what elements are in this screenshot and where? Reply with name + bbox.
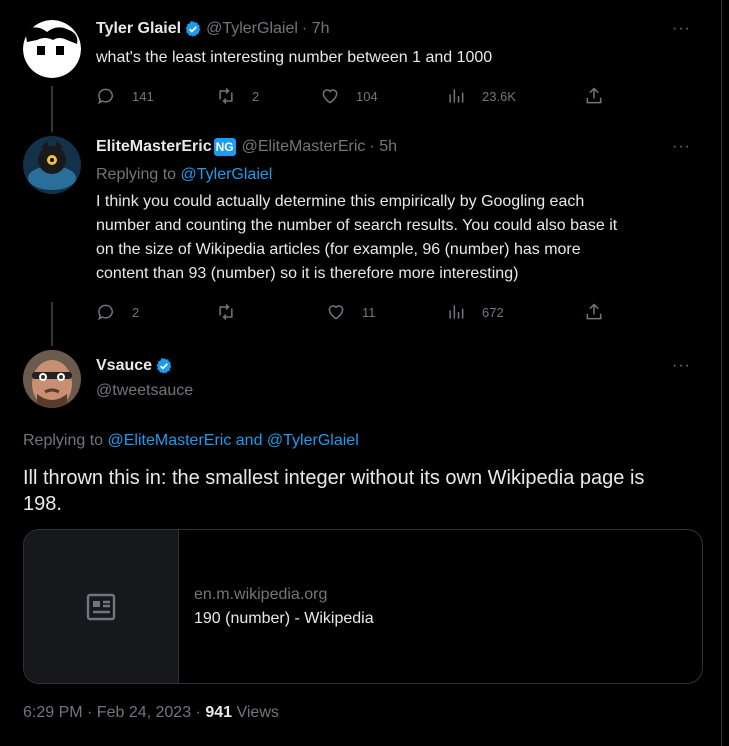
reply-button[interactable]: 141: [96, 86, 154, 106]
share-icon: [586, 303, 602, 320]
article-icon: [86, 593, 116, 620]
reply-button[interactable]: 2: [96, 302, 139, 322]
avatar-tyler[interactable]: [23, 20, 81, 78]
verified-badge-icon: [156, 358, 172, 374]
views-button[interactable]: 23.6K: [446, 86, 516, 106]
retweet-icon: [219, 303, 233, 321]
avatar-character-icon: [23, 136, 81, 194]
tweet-timestamp[interactable]: 6:29 PM · Feb 24, 2023 ·: [23, 704, 205, 721]
reply-icon: [98, 304, 113, 321]
tweet-header: Vsauce: [96, 357, 173, 375]
retweet-icon: [219, 87, 233, 105]
reply-count: 141: [132, 88, 154, 104]
more-options-icon[interactable]: ···: [672, 138, 691, 156]
tweet-text-line: Ill thrown this in: the smallest integer…: [23, 467, 645, 489]
card-title: 190 (number) - Wikipedia: [194, 610, 374, 627]
view-count: 23.6K: [482, 88, 516, 104]
mention-link[interactable]: @EliteMasterEric: [108, 432, 232, 449]
like-button[interactable]: 11: [326, 302, 376, 322]
display-name[interactable]: Tyler Glaiel: [96, 20, 181, 38]
like-count: 104: [356, 88, 378, 104]
tweet-text-line: 198.: [23, 493, 62, 515]
avatar-vsauce[interactable]: [23, 350, 81, 408]
card-domain: en.m.wikipedia.org: [194, 586, 328, 603]
tweet-text: I think you could actually determine thi…: [96, 190, 716, 286]
retweet-count: 2: [252, 88, 260, 104]
tweet-text-line: content than 93 (number) so it is theref…: [96, 265, 519, 282]
analytics-icon: [449, 89, 464, 103]
tweet-text-line: on the size of Wikipedia articles (for e…: [96, 241, 581, 258]
share-icon: [586, 87, 602, 104]
more-options-icon[interactable]: ···: [672, 20, 691, 38]
like-button[interactable]: 104: [320, 86, 378, 106]
card-text: en.m.wikipedia.org 190 (number) - Wikipe…: [179, 530, 374, 683]
thread-container: Tyler Glaiel @TylerGlaiel · 7h ··· what'…: [0, 0, 722, 746]
tweet-meta: 6:29 PM · Feb 24, 2023 · 941 Views: [23, 704, 279, 722]
share-button[interactable]: [584, 86, 604, 106]
view-count: 672: [482, 304, 504, 320]
thread-connector: [51, 86, 53, 132]
views-count: 941: [205, 704, 233, 721]
tweet-text-line: I think you could actually determine thi…: [96, 193, 585, 210]
avatar-elitemastereric[interactable]: [23, 136, 81, 194]
replying-to: Replying to @EliteMasterEric and @TylerG…: [23, 432, 359, 449]
reply-count: 2: [132, 304, 140, 320]
timestamp[interactable]: · 5h: [369, 138, 397, 156]
link-card[interactable]: en.m.wikipedia.org 190 (number) - Wikipe…: [23, 529, 703, 684]
timestamp[interactable]: · 7h: [302, 20, 330, 38]
analytics-icon: [449, 305, 464, 319]
share-button[interactable]: [584, 302, 604, 322]
like-count: 11: [362, 304, 376, 320]
thread-connector-2: [51, 302, 53, 346]
card-thumbnail: [24, 530, 179, 683]
display-name[interactable]: EliteMasterEric: [96, 138, 212, 156]
tweet-actions: 141 2 104 23.6K: [96, 86, 616, 110]
replying-to: Replying to @TylerGlaiel: [96, 166, 273, 183]
tweet-text-line: number and counting the number of search…: [96, 217, 618, 234]
mention-link[interactable]: @TylerGlaiel: [181, 166, 273, 183]
tweet-header: EliteMasterEric NG @EliteMasterEric · 5h: [96, 138, 397, 156]
tweet-text: what's the least interesting number betw…: [96, 49, 493, 66]
handle-row: @tweetsauce: [96, 382, 193, 400]
heart-icon: [322, 89, 338, 104]
display-name[interactable]: Vsauce: [96, 357, 152, 375]
views-button[interactable]: 672: [446, 302, 504, 322]
tweet-actions: 2 11 672: [96, 302, 616, 326]
views-label: Views: [232, 704, 279, 721]
affiliate-badge: NG: [213, 138, 236, 156]
avatar-photo-icon: [23, 350, 81, 408]
tweet-header: Tyler Glaiel @TylerGlaiel · 7h: [96, 20, 329, 38]
more-options-icon[interactable]: ···: [672, 357, 691, 375]
reply-icon: [98, 88, 113, 105]
tweet-text: Ill thrown this in: the smallest integer…: [23, 465, 713, 517]
handle[interactable]: @tweetsauce: [96, 382, 193, 400]
verified-badge-icon: [185, 21, 201, 37]
handle[interactable]: @TylerGlaiel: [206, 20, 298, 38]
retweet-button[interactable]: [216, 302, 236, 322]
mention-link[interactable]: @TylerGlaiel: [267, 432, 359, 449]
heart-icon: [328, 305, 344, 320]
avatar-face-icon: [23, 20, 81, 78]
handle[interactable]: @EliteMasterEric: [242, 138, 366, 156]
retweet-button[interactable]: 2: [216, 86, 259, 106]
